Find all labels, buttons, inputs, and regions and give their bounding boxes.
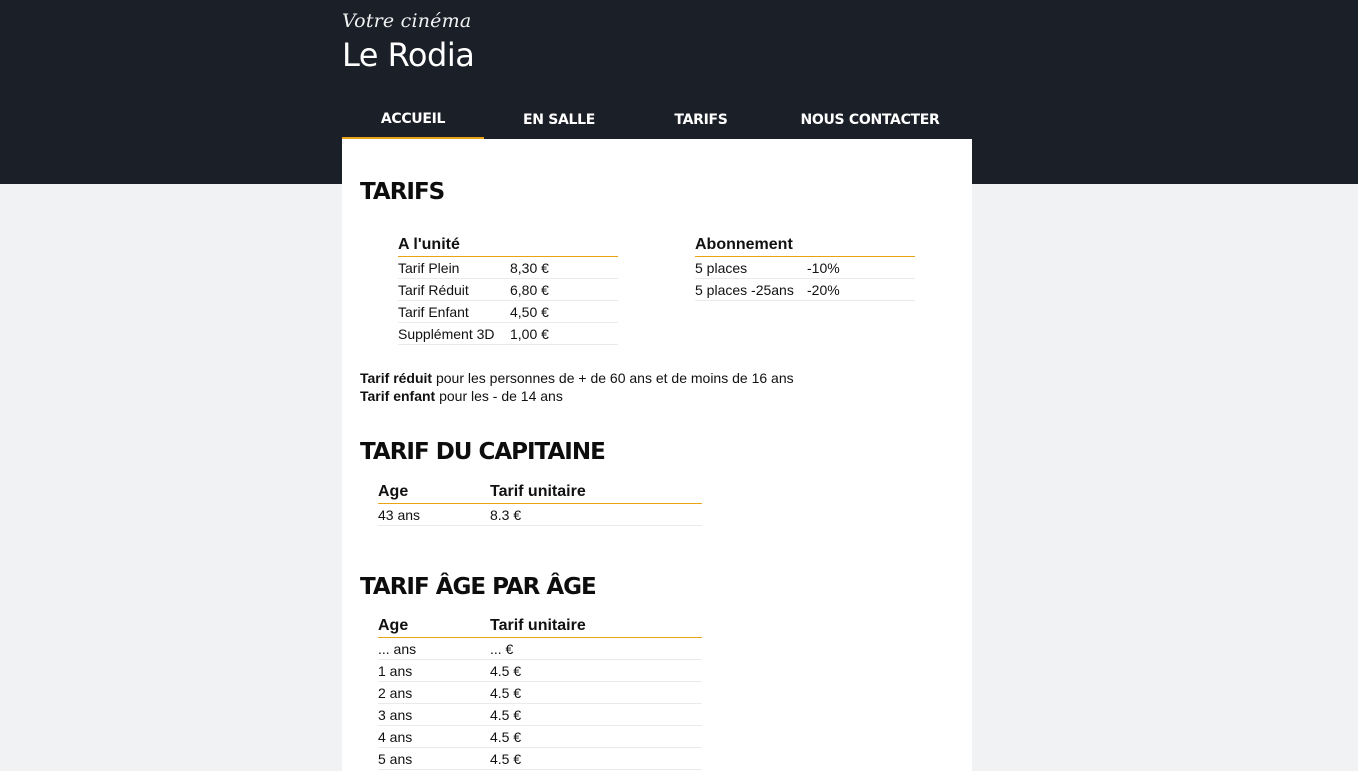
main-nav: ACCUEIL EN SALLE TARIFS NOUS CONTACTER — [342, 100, 972, 139]
nav-item-tarifs[interactable]: TARIFS — [634, 100, 768, 139]
tarif-cell: 4.5 € — [490, 681, 702, 704]
age-cell: 43 ans — [378, 503, 490, 526]
table-row: 5 ans 4.5 € — [378, 747, 702, 770]
table-row: 3 ans 4.5 € — [378, 703, 702, 726]
note-reduit-text: pour les personnes de + de 60 ans et de … — [432, 370, 794, 386]
table-header-row: Age Tarif unitaire — [378, 616, 702, 638]
column-header-age: Age — [378, 482, 490, 504]
tarif-cell: 4.5 € — [490, 725, 702, 748]
table-row: 43 ans 8.3 € — [378, 503, 702, 526]
abonnement-table: Abonnement 5 places -10% 5 places -25ans… — [695, 235, 915, 301]
age-cell: ... ans — [378, 637, 490, 660]
age-par-age-table: Age Tarif unitaire ... ans ... € 1 ans 4… — [378, 616, 702, 770]
nav-item-accueil[interactable]: ACCUEIL — [342, 100, 484, 139]
site-title[interactable]: Le Rodia — [342, 36, 475, 74]
row-label: 5 places -25ans — [695, 278, 807, 301]
note-enfant-label: Tarif enfant — [360, 388, 436, 404]
table-row: 4 ans 4.5 € — [378, 725, 702, 748]
row-value: 1,00 € — [510, 322, 618, 345]
tarif-cell: ... € — [490, 637, 702, 660]
tarif-cell: 4.5 € — [490, 703, 702, 726]
tarif-notes: Tarif réduit pour les personnes de + de … — [360, 369, 794, 405]
age-cell: 5 ans — [378, 747, 490, 770]
row-label: Tarif Plein — [398, 256, 510, 279]
table-row: Tarif Enfant 4,50 € — [398, 300, 618, 323]
column-header-age: Age — [378, 616, 490, 638]
row-value: 6,80 € — [510, 278, 618, 301]
table-row: 2 ans 4.5 € — [378, 681, 702, 704]
note-reduit: Tarif réduit pour les personnes de + de … — [360, 369, 794, 387]
table-header-row: Age Tarif unitaire — [378, 482, 702, 504]
age-par-age-heading: TARIF ÂGE PAR ÂGE — [360, 574, 597, 600]
row-value: 8,30 € — [510, 256, 618, 279]
age-cell: 3 ans — [378, 703, 490, 726]
capitaine-table: Age Tarif unitaire 43 ans 8.3 € — [378, 482, 702, 526]
table-row: 5 places -10% — [695, 256, 915, 279]
age-cell: 4 ans — [378, 725, 490, 748]
table-row: ... ans ... € — [378, 637, 702, 660]
note-enfant-text: pour les - de 14 ans — [435, 388, 563, 404]
tarif-cell: 4.5 € — [490, 659, 702, 682]
table-row: Tarif Plein 8,30 € — [398, 256, 618, 279]
table-header-row: A l'unité — [398, 235, 618, 257]
column-header-tarif: Tarif unitaire — [490, 616, 702, 638]
table-row: Tarif Réduit 6,80 € — [398, 278, 618, 301]
note-enfant: Tarif enfant pour les - de 14 ans — [360, 387, 794, 405]
tarif-cell: 8.3 € — [490, 503, 702, 526]
row-label: Supplément 3D — [398, 322, 510, 345]
row-label: Tarif Réduit — [398, 278, 510, 301]
tarif-unite-table: A l'unité Tarif Plein 8,30 € Tarif Rédui… — [398, 235, 618, 345]
tarifs-heading: TARIFS — [360, 179, 445, 205]
capitaine-heading: TARIF DU CAPITAINE — [360, 439, 606, 465]
nav-item-nous-contacter[interactable]: NOUS CONTACTER — [768, 100, 972, 139]
site-subtitle: Votre cinéma — [342, 10, 472, 32]
tarif-unite-title: A l'unité — [398, 235, 618, 257]
abonnement-title: Abonnement — [695, 235, 915, 257]
age-cell: 2 ans — [378, 681, 490, 704]
main-content: TARIFS A l'unité Tarif Plein 8,30 € Tari… — [342, 139, 972, 771]
row-value: -20% — [807, 278, 915, 301]
age-cell: 1 ans — [378, 659, 490, 682]
row-value: 4,50 € — [510, 300, 618, 323]
row-label: Tarif Enfant — [398, 300, 510, 323]
table-header-row: Abonnement — [695, 235, 915, 257]
table-row: Supplément 3D 1,00 € — [398, 322, 618, 345]
tarif-cell: 4.5 € — [490, 747, 702, 770]
row-label: 5 places — [695, 256, 807, 279]
table-row: 5 places -25ans -20% — [695, 278, 915, 301]
nav-item-en-salle[interactable]: EN SALLE — [484, 100, 634, 139]
row-value: -10% — [807, 256, 915, 279]
column-header-tarif: Tarif unitaire — [490, 482, 702, 504]
table-row: 1 ans 4.5 € — [378, 659, 702, 682]
note-reduit-label: Tarif réduit — [360, 370, 433, 386]
